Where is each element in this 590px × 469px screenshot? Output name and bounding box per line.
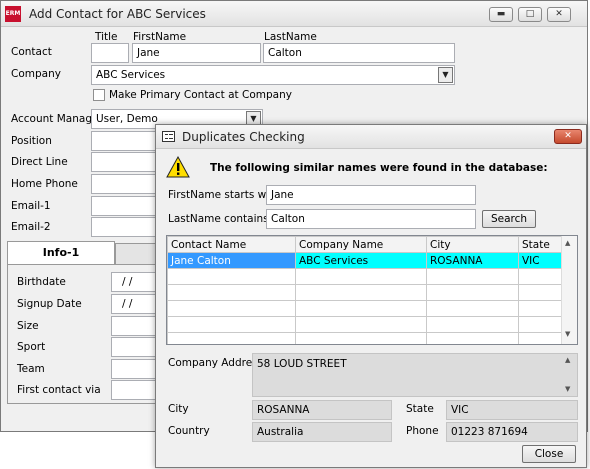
address-scroll-down-icon[interactable]: ▼	[565, 385, 570, 393]
country-label: Country	[168, 425, 210, 437]
lastname-search-input[interactable]: Calton	[266, 209, 476, 229]
main-window-title: Add Contact for ABC Services	[29, 7, 206, 21]
first-contact-label: First contact via	[17, 384, 101, 396]
contact-firstname-input[interactable]: Jane	[132, 43, 261, 63]
phone-label: Phone	[406, 425, 439, 437]
app-logo-icon: ERM	[5, 6, 21, 22]
email2-label: Email-2	[11, 221, 51, 233]
scroll-down-icon[interactable]: ▼	[565, 330, 570, 338]
company-label: Company	[11, 68, 61, 80]
size-label: Size	[17, 320, 39, 332]
col-contact-name[interactable]: Contact Name	[167, 236, 296, 253]
country-field[interactable]: Australia	[252, 422, 392, 442]
signup-date-label: Signup Date	[17, 298, 82, 310]
search-button[interactable]: Search	[482, 210, 536, 228]
empty-row	[167, 268, 564, 285]
close-dialog-button[interactable]: Close	[522, 445, 576, 463]
company-dropdown-icon[interactable]: ▼	[438, 67, 453, 83]
main-titlebar: ERM Add Contact for ABC Services ▬ □ ✕	[1, 1, 587, 27]
lastname-search-label: LastName contains	[168, 213, 269, 225]
home-phone-label: Home Phone	[11, 178, 78, 190]
col-city[interactable]: City	[426, 236, 519, 253]
tab-info-1[interactable]: Info-1	[7, 241, 115, 265]
primary-contact-label: Make Primary Contact at Company	[109, 89, 292, 101]
maximize-button[interactable]: □	[518, 7, 542, 22]
dialog-titlebar: Duplicates Checking ✕	[156, 125, 586, 149]
title-column-header: Title	[95, 31, 118, 43]
close-button[interactable]: ✕	[547, 7, 571, 22]
account-manager-label: Account Manager	[11, 113, 103, 125]
firstname-column-header: FirstName	[133, 31, 187, 43]
city-field[interactable]: ROSANNA	[252, 400, 392, 420]
contact-lastname-input[interactable]: Calton	[263, 43, 455, 63]
company-address-value: 58 LOUD STREET	[257, 358, 347, 370]
minimize-button[interactable]: ▬	[489, 7, 513, 22]
primary-contact-checkbox[interactable]	[93, 89, 105, 101]
address-scroll-up-icon[interactable]: ▲	[565, 356, 570, 364]
cell-state[interactable]: VIC	[518, 252, 564, 269]
dialog-window-icon	[162, 131, 175, 142]
empty-row	[167, 332, 564, 344]
duplicates-message: The following similar names were found i…	[210, 162, 548, 174]
team-label: Team	[17, 363, 45, 375]
company-address-label: Company Address	[168, 357, 264, 369]
cell-city[interactable]: ROSANNA	[426, 252, 519, 269]
birthdate-label: Birthdate	[17, 276, 66, 288]
results-table: Contact Name Company Name City State Jan…	[167, 236, 564, 344]
empty-row	[167, 284, 564, 301]
phone-field[interactable]: 01223 871694	[446, 422, 578, 442]
email1-label: Email-1	[11, 200, 51, 212]
lastname-column-header: LastName	[264, 31, 317, 43]
col-company-name[interactable]: Company Name	[295, 236, 427, 253]
cell-contact-name[interactable]: Jane Calton	[167, 252, 296, 269]
state-field[interactable]: VIC	[446, 400, 578, 420]
empty-row	[167, 316, 564, 333]
state-label: State	[406, 403, 434, 415]
contact-label: Contact	[11, 46, 52, 58]
company-select[interactable]: ABC Services	[91, 65, 455, 85]
direct-line-label: Direct Line	[11, 156, 68, 168]
scroll-up-icon[interactable]: ▲	[565, 239, 570, 247]
contact-title-input[interactable]	[91, 43, 129, 63]
results-scrollbar[interactable]: ▲ ▼	[561, 236, 577, 344]
company-select-value: ABC Services	[96, 69, 166, 81]
table-row[interactable]: Jane Calton ABC Services ROSANNA VIC	[167, 252, 564, 269]
position-label: Position	[11, 135, 52, 147]
dialog-close-button[interactable]: ✕	[554, 129, 582, 144]
sport-label: Sport	[17, 341, 46, 353]
col-state[interactable]: State	[518, 236, 564, 253]
account-manager-value: User, Demo	[96, 113, 158, 125]
dialog-title: Duplicates Checking	[182, 130, 305, 144]
cell-company-name[interactable]: ABC Services	[295, 252, 427, 269]
warning-icon	[166, 155, 190, 179]
duplicates-dialog: Duplicates Checking ✕ The following simi…	[155, 124, 587, 468]
firstname-search-input[interactable]: Jane	[266, 185, 476, 205]
firstname-search-label: FirstName starts with	[168, 189, 280, 201]
results-grid: Contact Name Company Name City State Jan…	[166, 235, 578, 345]
city-label: City	[168, 403, 189, 415]
company-address-field[interactable]: 58 LOUD STREET ▲ ▼	[252, 353, 578, 397]
results-header-row: Contact Name Company Name City State	[167, 236, 564, 253]
empty-row	[167, 300, 564, 317]
